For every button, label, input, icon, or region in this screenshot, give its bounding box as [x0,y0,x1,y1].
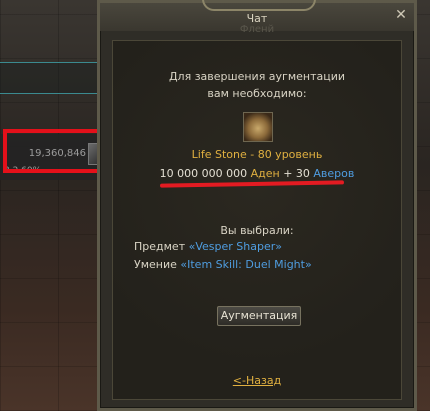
chosen-item-value: «Vesper Shaper» [188,240,282,253]
ghost-tab-label: Фленй [239,24,275,35]
intro-line-2: вам необходимо: [207,87,307,100]
augment-button[interactable]: Аугментация [217,306,301,326]
life-stone-label: Life Stone - 80 уровень [191,148,323,161]
back-link[interactable]: <-Назад [113,374,401,387]
cost-avers: Аверов [313,167,355,180]
cost-amount: 10 000 000 000 [159,167,248,180]
red-highlight-box [3,129,103,173]
title-ornament [202,0,316,11]
close-icon[interactable]: ✕ [394,8,408,22]
intro-line-1: Для завершения аугментации [168,70,346,83]
dialog-content: Для завершения аугментации вам необходим… [112,40,402,400]
chosen-header: Вы выбрали: [220,224,294,237]
life-stone-icon [243,112,273,142]
cost-plus: + 30 [283,167,310,180]
chosen-skill-label: Умение [134,258,177,271]
chosen-skill-row: Умение «Item Skill: Duel Might» [134,258,312,271]
cost-adena: Аден [250,167,280,180]
chat-window: Чат ✕ Фленй Для завершения аугментации в… [97,0,417,411]
background-panel [0,62,101,94]
cost-line: 10 000 000 000 Аден + 30 Аверов [113,167,401,180]
chosen-item-label: Предмет [134,240,186,253]
chosen-item-row: Предмет «Vesper Shaper» [134,240,282,253]
chosen-skill-value: «Item Skill: Duel Might» [180,258,312,271]
red-underline [159,180,345,188]
